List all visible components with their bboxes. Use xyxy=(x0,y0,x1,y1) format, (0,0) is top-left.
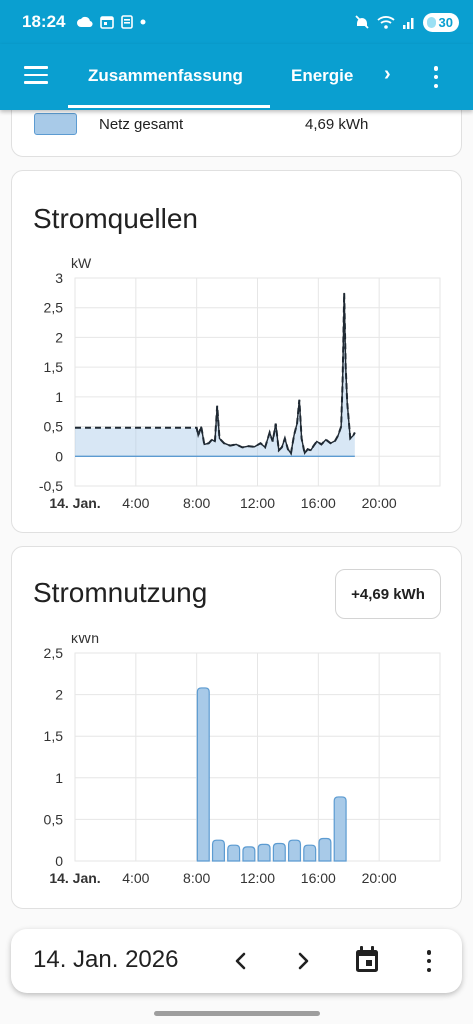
status-time: 18:24 xyxy=(22,12,66,31)
tabs-scroll-right-icon[interactable]: › xyxy=(384,63,391,86)
summary-value: 4,69 kWh xyxy=(305,116,369,133)
nutzung-bar xyxy=(257,843,271,862)
nutzung-x-tick-label: 16:00 xyxy=(301,870,336,886)
tab-energie[interactable]: Energie xyxy=(291,66,353,86)
signal-icon xyxy=(402,18,414,29)
chevron-right-icon[interactable] xyxy=(289,945,317,977)
stromquellen-title: Stromquellen xyxy=(33,203,198,234)
date-overflow-menu-icon[interactable] xyxy=(419,948,439,974)
quellen-x-tick-label: 4:00 xyxy=(122,495,149,511)
nutzung-bar xyxy=(272,842,286,862)
total-consumption-button[interactable]: +4,69 kWh xyxy=(335,569,441,619)
nutzung-y-tick-label: 0,5 xyxy=(44,811,64,827)
stromquellen-chart[interactable]: 3 2,5 2 1,5 1 0,5 0 -0,514. Jan. 4:00 8:00 12:00 16… xyxy=(12,251,463,531)
mute-icon xyxy=(354,15,369,29)
calendar-icon[interactable] xyxy=(353,945,381,975)
summary-label: Netz gesamt xyxy=(99,116,184,133)
chevron-left-icon[interactable] xyxy=(227,945,255,977)
quellen-y-tick-label: 0 xyxy=(55,448,63,464)
more-notifications-dot-icon xyxy=(140,19,146,25)
nutzung-x-tick-label: 20:00 xyxy=(362,870,397,886)
active-tab-indicator xyxy=(68,105,270,108)
notification-icons xyxy=(77,15,146,29)
nutzung-bar xyxy=(333,796,347,862)
stromnutzung-title: Stromnutzung xyxy=(33,577,208,608)
app-toolbar: Zusammenfassung Energie › xyxy=(0,44,473,110)
stromquellen-card: Stromquellen 3 2,5 2 1,5 1 0,5 0 -0,5 14. Jan. 4:… xyxy=(11,170,462,533)
nutzung-y-tick-label: 2 xyxy=(55,687,63,703)
quellen-y-tick-label: -0,5 xyxy=(39,478,63,494)
date-navigation-bar: 14. Jan. 2026 xyxy=(11,929,462,993)
legend-swatch xyxy=(34,113,77,135)
gesture-handle xyxy=(154,1011,320,1016)
quellen-y-tick-label: 3 xyxy=(55,270,63,286)
quellen-y-tick-label: 0,5 xyxy=(44,419,64,435)
menu-icon[interactable] xyxy=(24,66,48,84)
nutzung-x-tick-label: 4:00 xyxy=(122,870,149,886)
nutzung-bar xyxy=(303,844,317,862)
calendar-notification-icon xyxy=(100,16,115,29)
quellen-x-tick-label: 16:00 xyxy=(301,495,336,511)
quellen-series-line-1 xyxy=(195,292,356,456)
stromnutzung-card: Stromnutzung +4,69 kWh 2,5 2 1,5 1 0,5 0 14. J… xyxy=(11,546,462,909)
stromnutzung-chart[interactable]: 2,5 2 1,5 1 0,5 014. Jan. 4:00 8:00 12:00 16:00 20… xyxy=(12,635,463,905)
nutzung-y-tick-label: 2,5 xyxy=(44,645,64,661)
nutzung-bar xyxy=(196,687,210,862)
battery-indicator: 30 xyxy=(422,12,459,32)
overflow-menu-icon[interactable] xyxy=(426,64,446,90)
nutzung-y-tick-label: 1,5 xyxy=(44,728,64,744)
quellen-x-tick-label: 20:00 xyxy=(362,495,397,511)
quellen-y-tick-label: 2,5 xyxy=(44,300,64,316)
nutzung-bar xyxy=(211,839,226,862)
tab-zusammenfassung[interactable]: Zusammenfassung xyxy=(88,66,243,86)
nutzung-bar xyxy=(227,844,241,862)
wifi-icon xyxy=(376,16,395,29)
nutzung-y-tick-label: 0 xyxy=(55,853,63,869)
cloud-icon xyxy=(77,16,94,28)
status-bar: 18:24 30 xyxy=(0,0,473,44)
nutzung-x-tick-label: 14. Jan. xyxy=(49,870,100,886)
nutzung-x-tick-label: 8:00 xyxy=(183,870,210,886)
quellen-x-tick-label: 12:00 xyxy=(240,495,275,511)
nutzung-x-tick-label: 12:00 xyxy=(240,870,275,886)
nutzung-y-tick-label: 1 xyxy=(55,770,63,786)
nutzung-bar xyxy=(242,846,256,862)
quellen-unit-label: kW xyxy=(71,255,92,271)
date-picker-label[interactable]: 14. Jan. 2026 xyxy=(33,946,178,974)
quellen-x-tick-label: 14. Jan. xyxy=(49,495,100,511)
quellen-y-tick-label: 1,5 xyxy=(44,359,64,375)
quellen-y-tick-label: 2 xyxy=(55,329,63,345)
nutzung-bar xyxy=(287,839,302,862)
quellen-y-tick-label: 1 xyxy=(55,389,63,405)
quellen-x-tick-label: 8:00 xyxy=(183,495,210,511)
nutzung-unit-label: kWh xyxy=(71,635,99,646)
app-notification-icon xyxy=(121,15,134,29)
nutzung-bar xyxy=(318,837,332,862)
system-icons: 30 xyxy=(354,12,459,32)
